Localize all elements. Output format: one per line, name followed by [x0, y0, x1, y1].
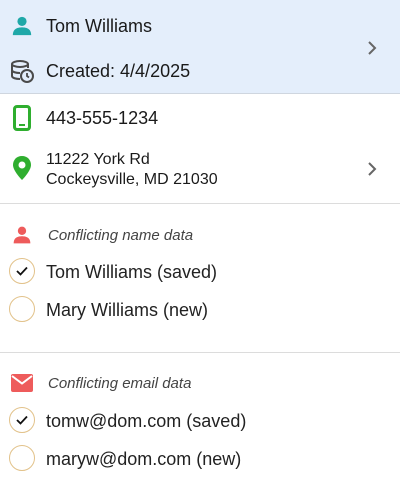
phone-icon	[10, 105, 34, 131]
radio-name-new[interactable]	[9, 296, 35, 322]
created-date: Created: 4/4/2025	[46, 61, 191, 81]
option-name-new[interactable]: Mary Williams (new)	[46, 299, 208, 321]
check-icon	[16, 415, 28, 425]
radio-name-saved[interactable]	[9, 258, 35, 284]
mail-icon	[10, 371, 34, 395]
option-name-saved[interactable]: Tom Williams (saved)	[46, 261, 217, 283]
phone-number[interactable]: 443-555-1234	[46, 107, 158, 129]
chevron-right-icon[interactable]	[366, 161, 378, 177]
location-pin-icon	[10, 156, 34, 180]
address-line-1: 11222 York Rd	[46, 151, 150, 168]
database-clock-icon	[10, 59, 34, 83]
address-line-2: Cockeysville, MD 21030	[46, 171, 218, 188]
divider	[0, 352, 400, 353]
contact-name: Tom Williams	[46, 16, 152, 36]
contact-header[interactable]: Tom Williams Created: 4/4/2025	[0, 0, 400, 94]
check-icon	[16, 266, 28, 276]
option-email-new[interactable]: maryw@dom.com (new)	[46, 448, 241, 470]
conflict-name-label: Conflicting name data	[48, 227, 194, 244]
contact-merge-screen: Tom Williams Created: 4/4/2025 443-555-1…	[0, 0, 400, 488]
option-email-saved[interactable]: tomw@dom.com (saved)	[46, 410, 246, 432]
divider	[0, 203, 400, 204]
chevron-right-icon	[366, 40, 378, 56]
radio-email-saved[interactable]	[9, 407, 35, 433]
person-icon	[10, 223, 34, 247]
radio-email-new[interactable]	[9, 445, 35, 471]
conflict-email-label: Conflicting email data	[48, 375, 192, 392]
person-icon	[10, 14, 34, 38]
